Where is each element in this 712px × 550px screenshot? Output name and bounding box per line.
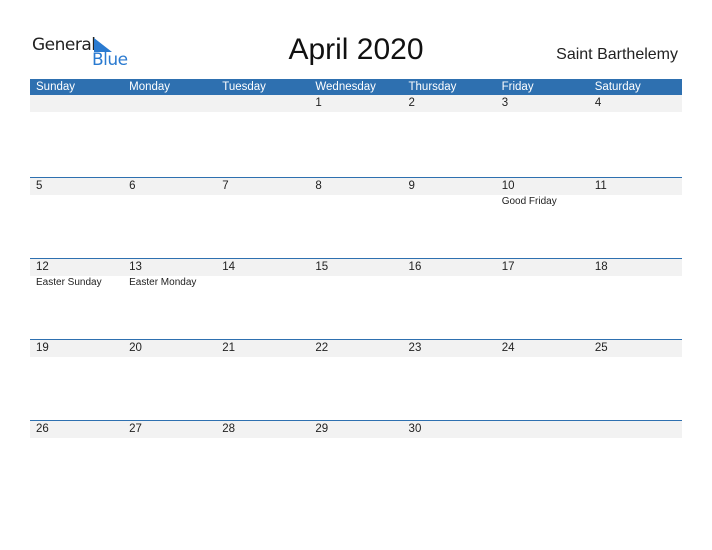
day-cell: 18 — [589, 259, 682, 339]
holiday-label: Good Friday — [501, 196, 557, 207]
day-cell: 3 — [496, 95, 589, 175]
day-number: 28 — [222, 423, 236, 435]
weekday-friday: Friday — [501, 81, 534, 93]
holiday-label: Easter Monday — [129, 277, 197, 288]
day-cell — [496, 421, 589, 501]
weekday-thursday: Thursday — [408, 81, 457, 93]
week-row: 1 2 3 4 — [30, 95, 682, 176]
day-cell: 13 Easter Monday — [123, 259, 216, 339]
day-number: 30 — [408, 423, 422, 435]
day-number: 27 — [129, 423, 142, 435]
day-cell — [30, 95, 123, 175]
day-number: 29 — [315, 423, 329, 435]
day-number: 18 — [594, 261, 608, 273]
weekday-saturday: Saturday — [594, 81, 641, 93]
day-cell: 11 — [589, 178, 682, 258]
day-cell: 30 — [403, 421, 496, 501]
day-cell: 24 — [496, 340, 589, 420]
day-number: 8 — [315, 180, 322, 192]
day-number: 6 — [129, 180, 136, 192]
day-number: 5 — [36, 180, 43, 192]
day-number: 10 — [501, 180, 515, 192]
day-number: 24 — [501, 342, 515, 354]
day-number: 12 — [36, 261, 49, 273]
day-number: 14 — [222, 261, 236, 273]
week-row: 5 6 7 8 9 10 Good Friday 11 — [30, 177, 682, 259]
day-cell — [123, 95, 216, 175]
day-number: 7 — [222, 180, 229, 192]
day-number: 16 — [408, 261, 422, 273]
day-number: 26 — [36, 423, 49, 435]
day-number: 22 — [315, 342, 329, 354]
weekday-monday: Monday — [129, 81, 171, 93]
day-cell: 26 — [30, 421, 123, 501]
day-cell: 20 — [123, 340, 216, 420]
day-number: 15 — [315, 261, 329, 273]
day-cell: 25 — [589, 340, 682, 420]
day-number: 17 — [501, 261, 515, 273]
weekday-header: Sunday Monday Tuesday Wednesday Thursday… — [30, 79, 682, 95]
day-number: 19 — [36, 342, 49, 354]
day-number: 3 — [501, 97, 509, 109]
day-cell: 6 — [123, 178, 216, 258]
day-number: 11 — [594, 180, 607, 192]
day-cell: 28 — [216, 421, 309, 501]
week-row: 12 Easter Sunday 13 Easter Monday 14 15 16 17 18 — [30, 258, 682, 340]
weekday-wednesday: Wednesday — [315, 81, 376, 93]
day-cell: 12 Easter Sunday — [30, 259, 123, 339]
day-cell: 9 — [403, 178, 496, 258]
country-name: Saint Barthelemy — [556, 46, 678, 63]
day-cell: 14 — [216, 259, 309, 339]
day-cell: 29 — [309, 421, 402, 501]
day-cell — [589, 421, 682, 501]
week-row: 19 20 21 22 23 24 25 — [30, 339, 682, 421]
day-cell — [216, 95, 309, 175]
day-number: 21 — [222, 342, 236, 354]
day-cell: 19 — [30, 340, 123, 420]
day-number: 20 — [129, 342, 142, 354]
day-number: 4 — [594, 97, 602, 109]
day-cell: 8 — [309, 178, 402, 258]
week-row: 26 27 28 29 30 — [30, 420, 682, 502]
day-number: 25 — [594, 342, 608, 354]
day-number: 9 — [408, 180, 415, 192]
day-cell: 16 — [403, 259, 496, 339]
day-cell: 5 — [30, 178, 123, 258]
day-cell: 23 — [403, 340, 496, 420]
holiday-label: Easter Sunday — [36, 277, 102, 288]
day-cell: 4 — [589, 95, 682, 175]
day-cell: 10 Good Friday — [496, 178, 589, 258]
weekday-sunday: Sunday — [36, 81, 76, 93]
day-cell: 22 — [309, 340, 402, 420]
day-cell: 15 — [309, 259, 402, 339]
day-number: 23 — [408, 342, 422, 354]
day-cell: 17 — [496, 259, 589, 339]
day-cell: 1 — [309, 95, 402, 175]
day-number: 13 — [129, 261, 142, 273]
day-number: 2 — [408, 97, 415, 109]
day-cell: 7 — [216, 178, 309, 258]
day-cell: 27 — [123, 421, 216, 501]
day-cell: 21 — [216, 340, 309, 420]
day-number: 1 — [315, 97, 322, 109]
weekday-tuesday: Tuesday — [222, 81, 266, 93]
day-cell: 2 — [403, 95, 496, 175]
